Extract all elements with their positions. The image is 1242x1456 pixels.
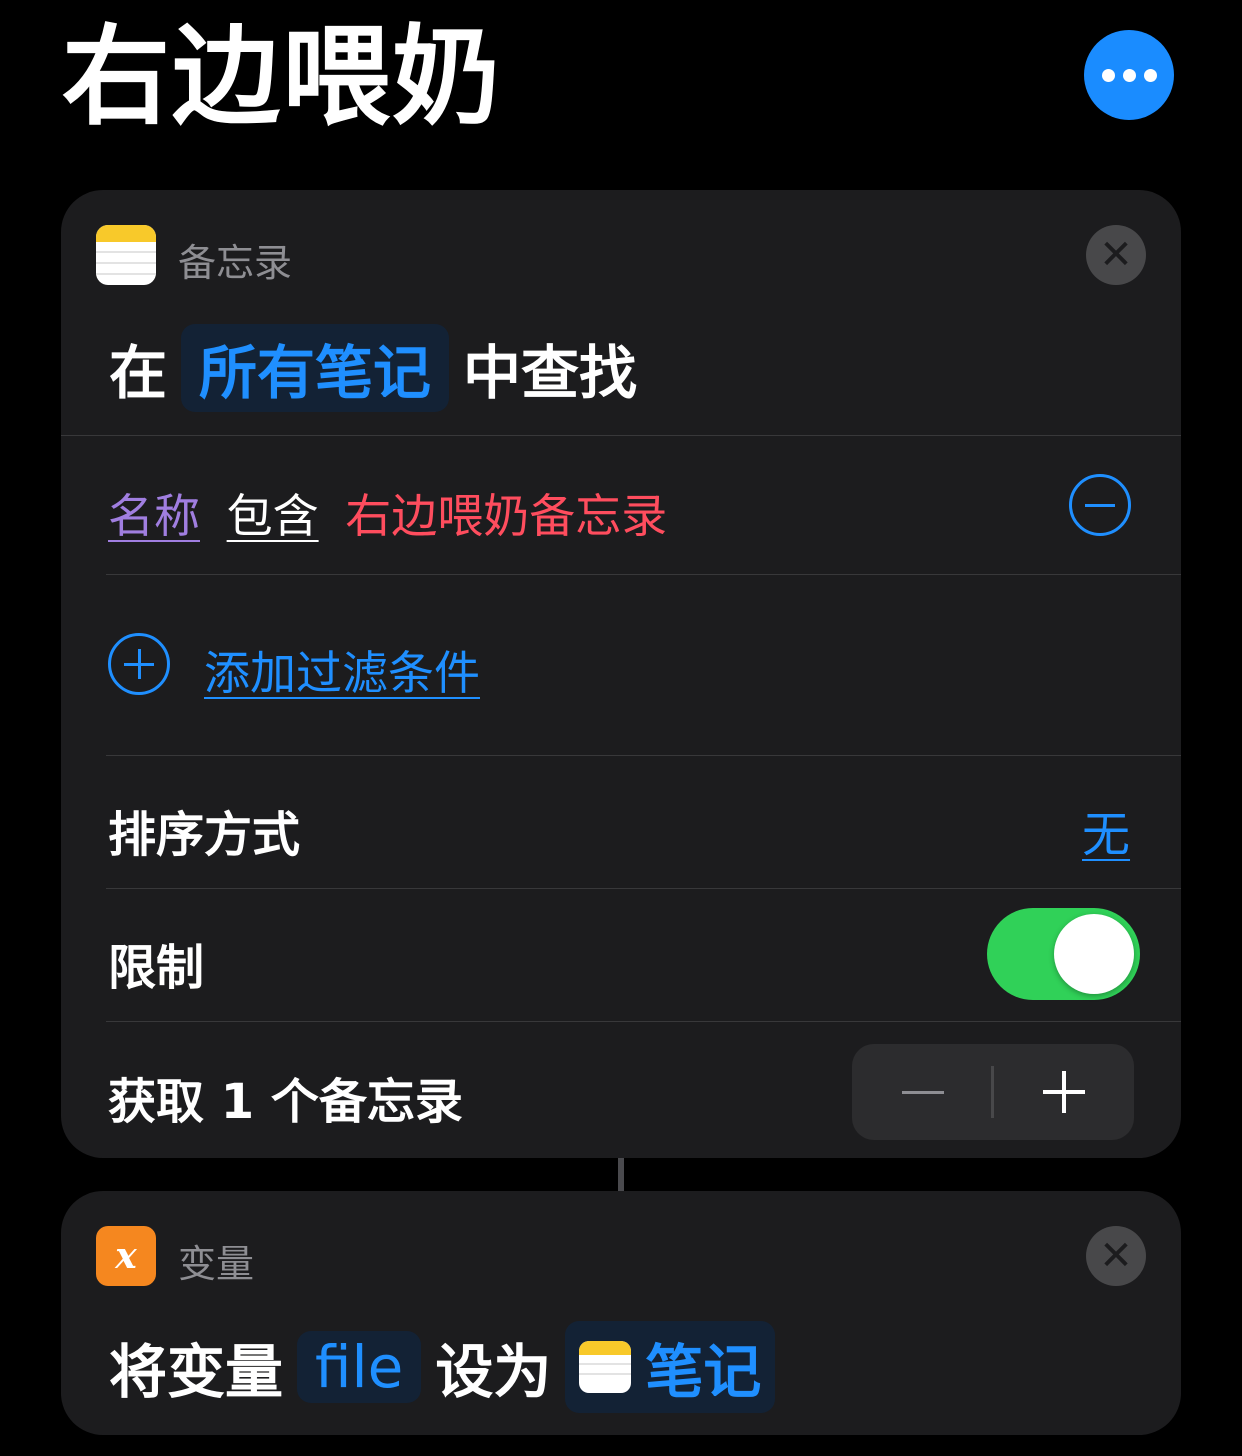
increment-button[interactable]: [994, 1044, 1134, 1140]
divider: [106, 1021, 1181, 1022]
action-sentence: 将变量 file 设为 笔记: [109, 1321, 789, 1413]
filter-row: 名称 包含 右边喂奶备忘录: [108, 480, 679, 546]
notes-app-icon: [579, 1341, 632, 1393]
value-token-label: 笔记: [645, 1338, 762, 1406]
ellipsis-dot: [1122, 68, 1136, 82]
sentence-suffix: 中查找: [463, 339, 638, 407]
variable-x-icon: x: [96, 1226, 156, 1286]
toggle-knob: [1054, 914, 1134, 994]
more-options-button[interactable]: [1084, 30, 1174, 120]
sentence-prefix: 将变量: [109, 1338, 284, 1406]
limit-toggle[interactable]: [987, 908, 1140, 1000]
plus-circle-icon[interactable]: [108, 633, 170, 695]
action-connector: [618, 1158, 624, 1191]
action-sentence: 在 所有笔记 中查找: [109, 324, 637, 412]
action-app-name: 备忘录: [178, 241, 293, 285]
set-variable-action-card: x 变量 ✕ 将变量 file 设为 笔记: [61, 1191, 1181, 1435]
notes-app-icon: [96, 225, 156, 285]
get-count-label: 获取 1 个备忘录: [108, 1074, 463, 1130]
filter-property[interactable]: 名称: [108, 489, 200, 543]
ellipsis-dot: [1143, 68, 1157, 82]
add-filter-link[interactable]: 添加过滤条件: [204, 637, 480, 703]
limit-label: 限制: [108, 940, 205, 996]
shortcut-title: 右边喂奶: [62, 15, 503, 140]
count-stepper: [852, 1044, 1134, 1140]
action-app-name: 变量: [178, 1242, 255, 1286]
minus-icon: [902, 1091, 944, 1094]
variable-name-token[interactable]: file: [297, 1331, 422, 1403]
minus-circle-icon[interactable]: [1069, 474, 1131, 536]
sentence-prefix: 在: [109, 339, 168, 407]
source-token[interactable]: 所有笔记: [181, 324, 450, 412]
decrement-button[interactable]: [852, 1044, 992, 1140]
close-icon[interactable]: ✕: [1086, 1226, 1146, 1286]
sort-label: 排序方式: [108, 807, 301, 863]
variable-value-token[interactable]: 笔记: [565, 1321, 776, 1413]
divider: [106, 574, 1181, 575]
divider: [106, 888, 1181, 889]
divider: [61, 435, 1181, 436]
filter-operator[interactable]: 包含: [227, 489, 319, 543]
divider: [106, 755, 1181, 756]
close-icon[interactable]: ✕: [1086, 225, 1146, 285]
ellipsis-icon: [1101, 68, 1115, 82]
sentence-middle: 设为: [435, 1338, 552, 1406]
sort-value[interactable]: 无: [1082, 795, 1130, 865]
filter-value[interactable]: 右边喂奶备忘录: [345, 489, 667, 543]
